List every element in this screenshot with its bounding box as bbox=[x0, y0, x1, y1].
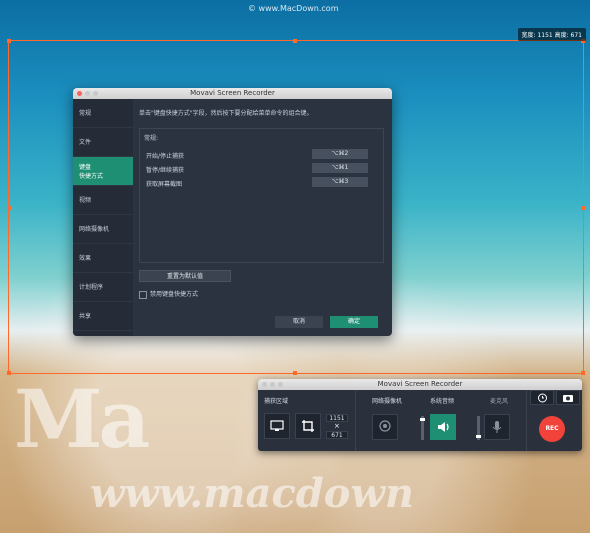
resize-handle-left[interactable] bbox=[7, 206, 11, 210]
capture-size-readout: 宽度: 1151 高度: 671 bbox=[517, 28, 586, 41]
group-title: 常规: bbox=[144, 135, 159, 142]
sidebar-item-effects[interactable]: 效果 bbox=[73, 244, 133, 273]
dialog-title: Movavi Screen Recorder bbox=[190, 89, 275, 97]
sidebar-item-scheduler[interactable]: 计划程序 bbox=[73, 273, 133, 302]
mic-volume-slider[interactable] bbox=[476, 416, 481, 440]
sidebar-item-sharing[interactable]: 共享 bbox=[73, 302, 133, 331]
settings-content: 单击"键盘快捷方式"字段，然后按下要分配给菜单命令的组合键。 常规: 开始/停止… bbox=[139, 108, 384, 336]
fullscreen-capture-button[interactable] bbox=[264, 413, 290, 439]
sidebar-item-files[interactable]: 文件 bbox=[73, 128, 133, 157]
webcam-label: 网络摄像机 bbox=[372, 398, 403, 405]
recorder-titlebar: Movavi Screen Recorder bbox=[258, 379, 582, 390]
dimension-times-sign: × bbox=[334, 422, 340, 430]
resize-handle-bottom[interactable] bbox=[293, 371, 297, 375]
disable-shortcuts-checkbox[interactable] bbox=[139, 290, 147, 299]
microphone-toggle-button[interactable] bbox=[484, 414, 510, 440]
monitor-icon bbox=[270, 420, 284, 431]
sidebar-item-general[interactable]: 常规 bbox=[73, 99, 133, 128]
sidebar-item-keyboard-shortcuts[interactable]: 键盘 快捷方式 bbox=[73, 157, 133, 186]
shortcut-hint-text: 单击"键盘快捷方式"字段，然后按下要分配给菜单命令的组合键。 bbox=[139, 110, 313, 117]
cancel-button[interactable]: 取消 bbox=[275, 316, 323, 328]
recorder-panel: Movavi Screen Recorder 捕获区域 1151 × 671 网… bbox=[258, 379, 582, 451]
screenshot-button[interactable] bbox=[556, 390, 580, 405]
dialog-titlebar: Movavi Screen Recorder bbox=[73, 88, 392, 99]
resize-handle-bl[interactable] bbox=[7, 371, 11, 375]
system-audio-label: 系统音频 bbox=[430, 398, 455, 405]
sidebar-item-webcam[interactable]: 网络摄像机 bbox=[73, 215, 133, 244]
recorder-title: Movavi Screen Recorder bbox=[377, 380, 463, 388]
sand-url-text: www.macdown bbox=[90, 470, 414, 517]
preferences-dialog: Movavi Screen Recorder 常规 文件 键盘 快捷方式 视频 … bbox=[73, 88, 392, 336]
resize-handle-br[interactable] bbox=[581, 371, 585, 375]
capture-area-label: 捕获区域 bbox=[264, 398, 289, 405]
microphone-icon bbox=[492, 421, 502, 433]
shortcut-label: 暂停/继续捕获 bbox=[146, 167, 185, 174]
alarm-clock-icon bbox=[537, 393, 547, 403]
camera-icon bbox=[563, 394, 573, 402]
crop-icon bbox=[302, 420, 314, 432]
shortcut-label: 获取屏幕截图 bbox=[146, 181, 183, 188]
microphone-label: 麦克风 bbox=[490, 398, 509, 405]
record-button[interactable]: REC bbox=[539, 416, 565, 442]
system-audio-toggle-button[interactable] bbox=[430, 414, 456, 440]
settings-sidebar: 常规 文件 键盘 快捷方式 视频 网络摄像机 效果 计划程序 共享 bbox=[73, 99, 133, 336]
width-field[interactable]: 1151 bbox=[326, 414, 348, 422]
webcam-toggle-button[interactable] bbox=[372, 414, 398, 440]
section-divider bbox=[526, 390, 527, 451]
webcam-icon bbox=[379, 420, 391, 432]
speaker-icon bbox=[438, 422, 449, 432]
scheduler-button[interactable] bbox=[530, 390, 554, 405]
disable-shortcuts-label: 禁用键盘快捷方式 bbox=[150, 291, 199, 298]
webcam-volume-slider[interactable] bbox=[420, 416, 425, 440]
reset-defaults-button[interactable]: 重置为默认值 bbox=[139, 270, 231, 282]
ok-button[interactable]: 确定 bbox=[330, 316, 378, 328]
top-watermark: © www.MacDown.com bbox=[248, 4, 339, 13]
shortcut-row: 暂停/继续捕获 ⌥⌘1 bbox=[144, 162, 379, 176]
shortcut-key-field[interactable]: ⌥⌘3 bbox=[312, 177, 368, 187]
height-field[interactable]: 671 bbox=[326, 431, 348, 439]
shortcuts-group: 常规: 开始/停止捕获 ⌥⌘2 暂停/继续捕获 ⌥⌘1 获取屏幕截图 ⌥⌘3 bbox=[139, 128, 384, 263]
select-area-button[interactable] bbox=[295, 413, 321, 439]
disable-shortcuts-option[interactable]: 禁用键盘快捷方式 bbox=[139, 289, 198, 299]
shortcut-label: 开始/停止捕获 bbox=[146, 153, 185, 160]
shortcut-row: 开始/停止捕获 ⌥⌘2 bbox=[144, 148, 379, 162]
resize-handle-tl[interactable] bbox=[7, 39, 11, 43]
shortcut-key-field[interactable]: ⌥⌘1 bbox=[312, 163, 368, 173]
resize-handle-top[interactable] bbox=[293, 39, 297, 43]
shortcut-key-field[interactable]: ⌥⌘2 bbox=[312, 149, 368, 159]
resize-handle-right[interactable] bbox=[581, 206, 585, 210]
shortcut-row: 获取屏幕截图 ⌥⌘3 bbox=[144, 176, 379, 190]
sand-brand-text: Ma bbox=[14, 372, 150, 466]
sidebar-item-video[interactable]: 视频 bbox=[73, 186, 133, 215]
section-divider bbox=[355, 390, 356, 451]
